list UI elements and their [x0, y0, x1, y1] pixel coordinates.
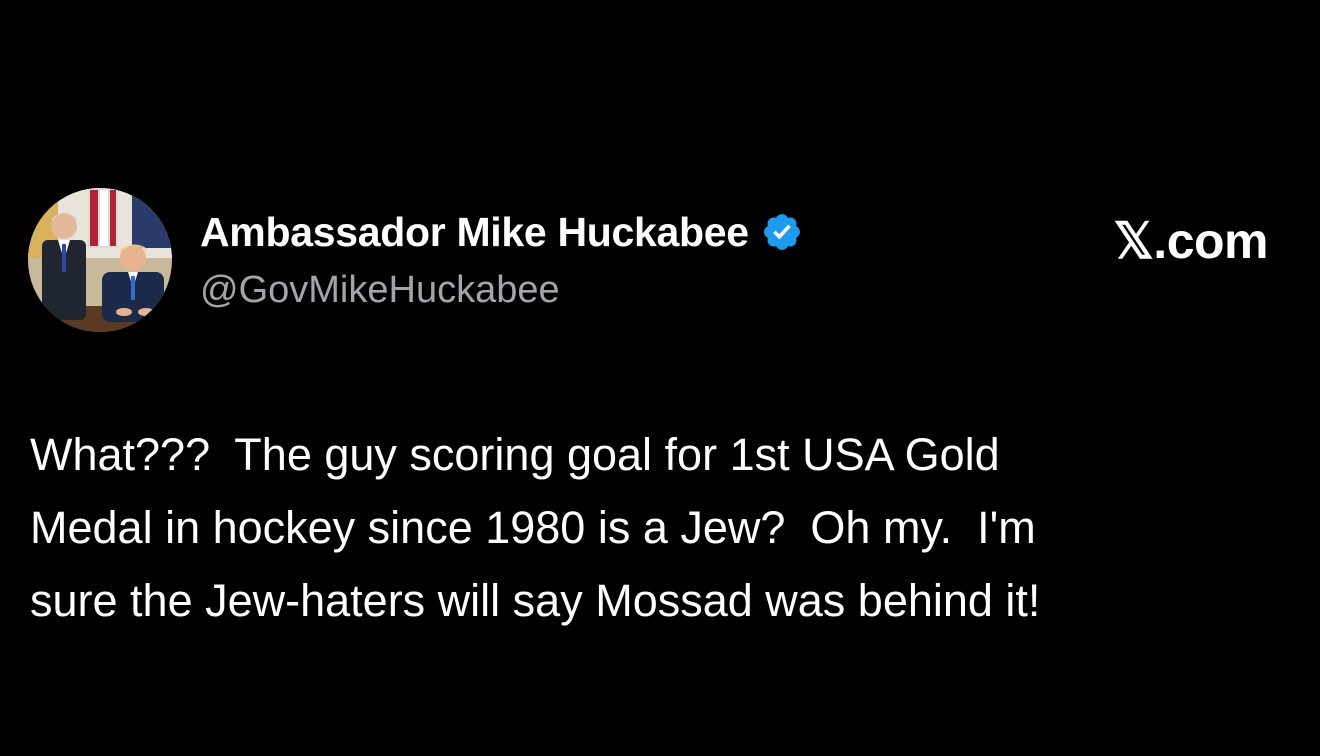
x-logo-brand: 𝕏.com	[1113, 213, 1269, 269]
verified-badge-icon	[761, 211, 803, 253]
author-handle[interactable]: @GovMikeHuckabee	[200, 269, 803, 312]
avatar-image	[28, 188, 172, 332]
post-card: Ambassador Mike Huckabee @GovMikeHuckabe…	[0, 0, 1320, 756]
author-avatar[interactable]	[28, 188, 172, 332]
post-header: Ambassador Mike Huckabee @GovMikeHuckabe…	[200, 207, 803, 312]
post-text: What??? The guy scoring goal for 1st USA…	[30, 429, 1041, 626]
author-display-name[interactable]: Ambassador Mike Huckabee	[200, 209, 749, 256]
author-name-row: Ambassador Mike Huckabee	[200, 207, 803, 257]
